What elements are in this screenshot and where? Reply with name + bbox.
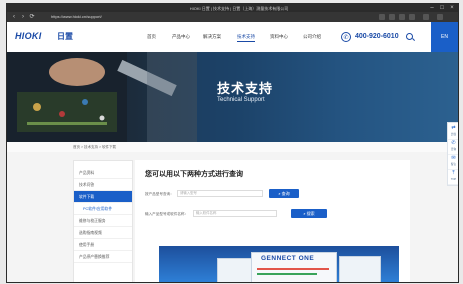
sidebar-item-discontinued[interactable]: 产品停产替换推荐 xyxy=(74,251,132,263)
main-panel: 您可以用以下两种方式进行查询 按产品型号查询： 请输入型号 ⌕ 查询 输入产品型… xyxy=(135,160,410,282)
search-icon[interactable] xyxy=(406,33,413,40)
sidebar-item-faq[interactable]: 技术问答 xyxy=(74,179,132,191)
compare-label: 比较 xyxy=(450,133,457,136)
content-area: 产品资料 技术问答 软件下载 PC软件/应用软件 维修与校正服务 选购指南视频 … xyxy=(7,152,458,282)
banner-subtitle: Technical Support xyxy=(217,97,265,103)
waveform-line xyxy=(257,268,329,270)
menu-item-support[interactable]: 技术支持 xyxy=(237,34,255,42)
hotline-number: 400-920-6010 xyxy=(355,33,399,40)
forward-icon[interactable]: › xyxy=(19,13,27,21)
top-label: TOP xyxy=(450,178,457,181)
maximize-icon[interactable]: □ xyxy=(437,4,447,12)
menu-item-resources[interactable]: 资料中心 xyxy=(270,34,288,40)
browser-window: HIOKI 日置 | 技术支持 | 日置（上海）测量技术有限公司 – □ × ‹… xyxy=(6,3,459,283)
extension-icon[interactable] xyxy=(389,14,395,20)
model-query-label: 按产品型号查询： xyxy=(145,192,174,196)
sidebar: 产品资料 技术问答 软件下载 PC软件/应用软件 维修与校正服务 选购指南视频 … xyxy=(73,160,133,282)
menu-item-home[interactable]: 首页 xyxy=(147,34,156,40)
sidebar-item-software-download[interactable]: 软件下载 xyxy=(74,191,132,203)
back-to-top-button[interactable]: ⤒ TOP xyxy=(448,169,458,185)
compare-icon: ⇄ xyxy=(451,125,456,131)
search-button-label: 搜索 xyxy=(306,211,315,216)
message-button[interactable]: ✉ 留言 xyxy=(448,154,458,170)
profile-icon[interactable] xyxy=(423,14,429,20)
search-button[interactable]: ⌕ 搜索 xyxy=(291,209,327,218)
compare-button[interactable]: ⇄ 比较 xyxy=(448,124,458,140)
banner-title: 技术支持 xyxy=(217,81,274,96)
product-name: GENNECT ONE xyxy=(261,255,315,262)
logo[interactable]: HIOKI xyxy=(15,31,42,41)
browser-tab[interactable]: HIOKI 日置 | 技术支持 | 日置（上海）测量技术有限公司 xyxy=(169,5,309,12)
consult-button[interactable]: ✆ 咨询 xyxy=(448,139,458,155)
floating-toolbar: ⇄ 比较 ✆ 咨询 ✉ 留言 ⤒ TOP xyxy=(447,122,458,186)
minimize-icon[interactable]: – xyxy=(427,4,437,12)
sidebar-item-video[interactable]: 选购指南视频 xyxy=(74,227,132,239)
extension-icon[interactable] xyxy=(409,14,415,20)
menu-item-solutions[interactable]: 解决方案 xyxy=(203,34,221,40)
message-label: 留言 xyxy=(450,163,457,166)
arrow-up-icon: ⤒ xyxy=(452,170,455,176)
screen-illustration xyxy=(217,258,255,282)
logo-cn[interactable]: 日置 xyxy=(57,31,73,42)
browser-menu-icon[interactable] xyxy=(437,14,443,20)
query-button-label: 查询 xyxy=(281,191,290,196)
phone-icon: ✆ xyxy=(341,32,351,42)
url-field[interactable]: https://www.hioki.cn/support/ xyxy=(51,14,201,20)
query-button[interactable]: ⌕ 查询 xyxy=(269,189,299,198)
software-input[interactable]: 输入软件名称 xyxy=(193,210,277,217)
breadcrumb[interactable]: 首页 > 技术支持 > 软件下载 xyxy=(73,145,116,150)
menu-item-about[interactable]: 公司介绍 xyxy=(303,34,321,40)
consult-label: 咨询 xyxy=(450,148,457,151)
sidebar-item-pc-software[interactable]: PC软件/应用软件 xyxy=(74,203,132,215)
menu-item-products[interactable]: 产品中心 xyxy=(172,34,190,40)
page-title: 您可以用以下两种方式进行查询 xyxy=(145,171,243,178)
sidebar-item-repair[interactable]: 维修与校正服务 xyxy=(74,215,132,227)
hero-banner: 技术支持 Technical Support xyxy=(7,52,458,142)
sidebar-item-product-docs[interactable]: 产品资料 xyxy=(74,167,132,179)
close-icon[interactable]: × xyxy=(447,4,457,12)
software-query-label: 输入产品型号或软件名称： xyxy=(145,212,189,216)
screen-illustration xyxy=(339,256,381,282)
model-input[interactable]: 请输入型号 xyxy=(177,190,263,197)
reload-icon[interactable]: ⟳ xyxy=(28,13,36,21)
sidebar-item-manual[interactable]: 使用手册 xyxy=(74,239,132,251)
language-button[interactable]: EN xyxy=(431,22,458,52)
address-bar: ‹ › ⟳ https://www.hioki.cn/support/ xyxy=(7,12,458,22)
browser-tabbar: HIOKI 日置 | 技术支持 | 日置（上海）测量技术有限公司 – □ × xyxy=(7,4,458,12)
extension-icon[interactable] xyxy=(379,14,385,20)
site-header: HIOKI 日置 首页 产品中心 解决方案 技术支持 资料中心 公司介绍 ✆ 4… xyxy=(7,22,458,53)
waveform-line xyxy=(257,273,317,275)
mail-icon: ✉ xyxy=(451,155,456,161)
phone-icon: ✆ xyxy=(451,140,456,146)
back-icon[interactable]: ‹ xyxy=(10,13,18,21)
product-banner[interactable]: GENNECT ONE xyxy=(159,246,399,282)
extension-icon[interactable] xyxy=(399,14,405,20)
